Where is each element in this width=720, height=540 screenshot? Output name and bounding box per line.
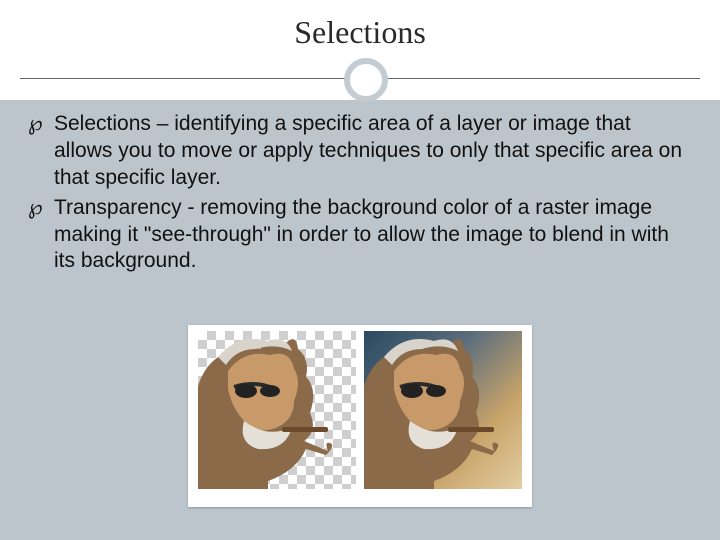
bullet-icon: ℘	[28, 110, 54, 137]
transparency-example-image	[198, 331, 356, 489]
bullet-icon: ℘	[28, 194, 54, 221]
bullet-text: Selections – identifying a specific area…	[54, 112, 682, 189]
bullet-item: ℘Selections – identifying a specific are…	[28, 110, 692, 192]
bullet-item: ℘Transparency - removing the background …	[28, 194, 692, 276]
page-title: Selections	[0, 14, 720, 51]
body-text: ℘Selections – identifying a specific are…	[28, 110, 692, 277]
portrait-icon	[364, 331, 522, 489]
slide: Selections ℘Selections – identifying a s…	[0, 0, 720, 540]
portrait-icon	[198, 331, 356, 489]
ring-ornament-icon	[344, 58, 388, 102]
image-frame	[188, 325, 532, 507]
blended-example-image	[364, 331, 522, 489]
example-image-row	[0, 325, 720, 507]
bullet-text: Transparency - removing the background c…	[54, 196, 669, 273]
